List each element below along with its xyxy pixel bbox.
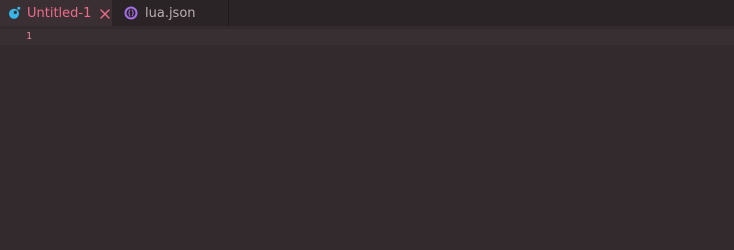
- tab-untitled-1[interactable]: Untitled-1: [0, 0, 112, 26]
- line-number: 1: [26, 31, 33, 42]
- close-icon[interactable]: [100, 8, 111, 19]
- json-file-icon: [124, 6, 138, 20]
- editor-window: Untitled-1 lua.json 1: [0, 0, 734, 250]
- tab-bar-empty-space: [229, 0, 734, 26]
- tab-lua-json[interactable]: lua.json: [112, 0, 229, 26]
- text-cursor: [58, 29, 59, 45]
- tab-label: lua.json: [145, 5, 196, 21]
- code-text-area[interactable]: [58, 29, 734, 250]
- tab-label: Untitled-1: [27, 5, 92, 21]
- lua-file-icon: [7, 6, 21, 20]
- tab-bar: Untitled-1 lua.json: [0, 0, 734, 26]
